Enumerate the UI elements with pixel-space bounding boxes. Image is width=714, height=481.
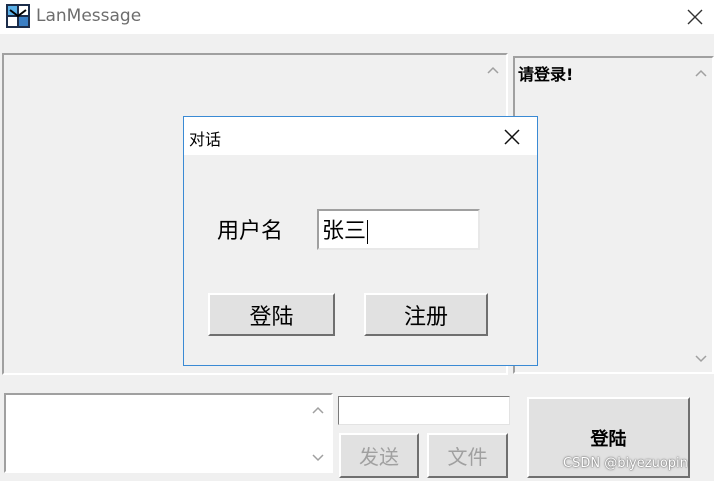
main-login-label: 登陆 <box>590 428 627 450</box>
title-bar: LanMessage <box>0 0 714 34</box>
text-caret <box>367 220 369 244</box>
watermark-text: CSDN @biyezuopin <box>563 456 688 471</box>
file-button[interactable]: 文件 <box>427 433 508 478</box>
dialog-title: 对话 <box>189 130 222 149</box>
username-label: 用户名 <box>217 219 284 244</box>
target-input[interactable] <box>338 396 510 425</box>
app-logo-icon <box>6 4 30 28</box>
window-title: LanMessage <box>36 6 142 26</box>
register-button-label: 注册 <box>403 304 448 330</box>
scroll-up-icon[interactable] <box>694 66 708 80</box>
status-scrollbar[interactable] <box>690 58 712 372</box>
message-input[interactable] <box>4 393 333 473</box>
close-icon[interactable] <box>681 3 709 31</box>
login-button-label: 登陆 <box>249 304 294 330</box>
status-message: 请登录! <box>518 65 574 84</box>
scroll-down-icon[interactable] <box>311 451 325 465</box>
username-value: 张三 <box>322 219 367 244</box>
scroll-up-icon[interactable] <box>311 403 325 417</box>
status-panel: 请登录! <box>513 56 714 374</box>
scroll-down-icon[interactable] <box>694 352 708 366</box>
register-button[interactable]: 注册 <box>364 293 488 336</box>
login-dialog: 对话 用户名 张三 登陆 注册 <box>183 116 538 366</box>
login-button[interactable]: 登陆 <box>208 293 335 336</box>
close-icon[interactable] <box>500 125 524 149</box>
send-button[interactable]: 发送 <box>339 433 419 478</box>
username-input[interactable]: 张三 <box>317 209 480 250</box>
scroll-up-icon[interactable] <box>486 63 500 77</box>
dialog-title-bar: 对话 <box>184 117 537 155</box>
input-scrollbar[interactable] <box>305 395 331 471</box>
